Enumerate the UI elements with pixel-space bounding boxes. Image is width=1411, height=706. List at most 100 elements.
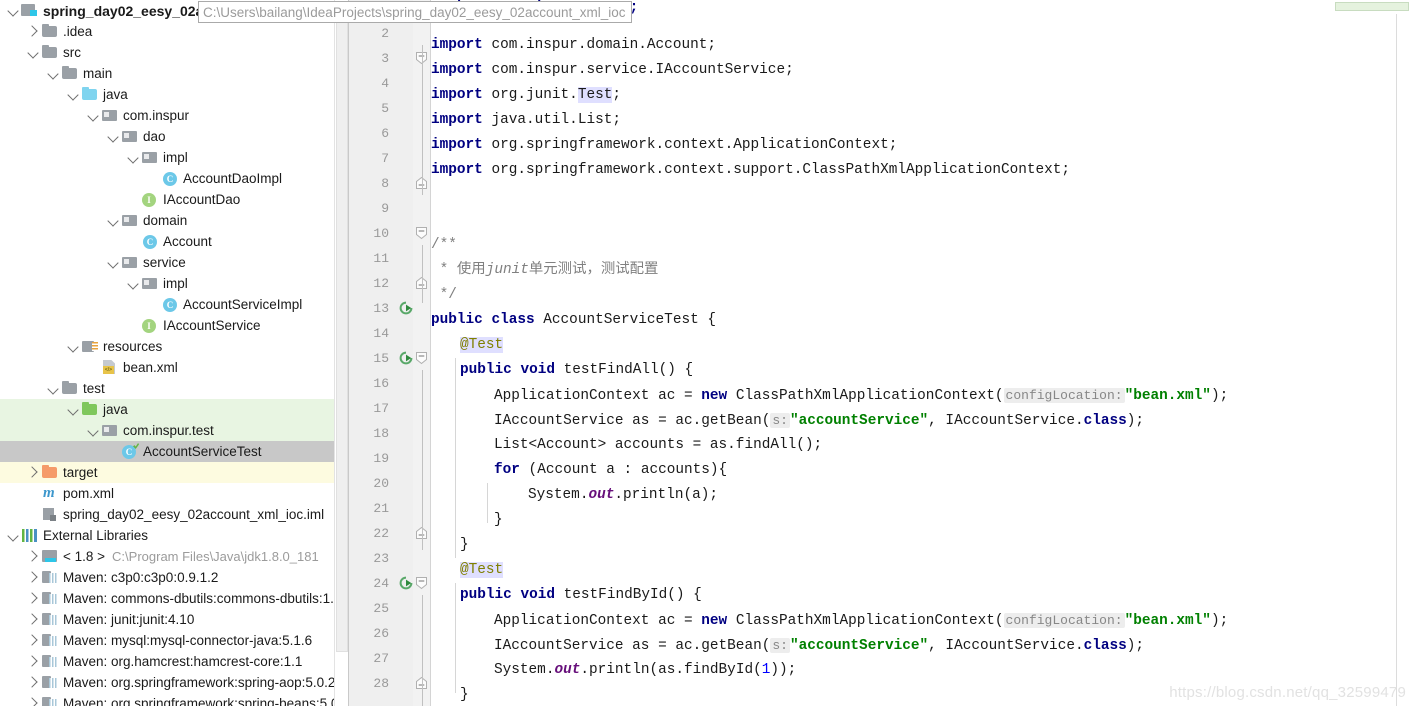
code-line-6[interactable]: import java.util.List;	[431, 108, 621, 133]
chevron-down-icon[interactable]	[66, 336, 81, 357]
tree-item-com-inspur[interactable]: com.inspur	[0, 105, 348, 126]
tree-item-main[interactable]: main	[0, 63, 348, 84]
code-line-28[interactable]: }	[431, 683, 469, 706]
code-line-21[interactable]: }	[431, 508, 503, 533]
code-line-18[interactable]: List<Account> accounts = as.findAll();	[431, 433, 822, 458]
tree-item-domain[interactable]: domain	[0, 210, 348, 231]
tree-item-maven-c3p0-c3p0-0-9-1-2[interactable]: Maven: c3p0:c3p0:0.9.1.2	[0, 567, 348, 588]
chevron-right-icon[interactable]	[26, 693, 41, 706]
code-line-25[interactable]: ApplicationContext ac = new ClassPathXml…	[431, 608, 1228, 633]
code-line-16[interactable]: ApplicationContext ac = new ClassPathXml…	[431, 383, 1228, 408]
tree-item-impl[interactable]: impl	[0, 147, 348, 168]
sidebar-scrollbar-thumb[interactable]	[336, 16, 348, 652]
chevron-down-icon[interactable]	[46, 378, 61, 399]
chevron-right-icon[interactable]	[26, 567, 41, 588]
code-line-10[interactable]: /**	[431, 233, 457, 258]
code-line-19[interactable]: for (Account a : accounts){	[431, 458, 727, 483]
chevron-right-icon[interactable]	[26, 588, 41, 609]
chevron-down-icon[interactable]	[46, 63, 61, 84]
chevron-right-icon[interactable]	[26, 546, 41, 567]
chevron-right-icon[interactable]	[26, 21, 41, 42]
code-line-27[interactable]: System.out.println(as.findById(1));	[431, 658, 796, 683]
chevron-down-icon[interactable]	[86, 105, 101, 126]
chevron-right-icon[interactable]	[26, 672, 41, 693]
chevron-down-icon[interactable]	[106, 210, 121, 231]
tree-item-maven-org-hamcrest-hamcrest-core-1-1[interactable]: Maven: org.hamcrest:hamcrest-core:1.1	[0, 651, 348, 672]
tree-item-test[interactable]: test	[0, 378, 348, 399]
tree-item--1-8-[interactable]: < 1.8 > C:\Program Files\Java\jdk1.8.0_18…	[0, 546, 348, 567]
tree-item-maven-mysql-mysql-connector-java-5-1-6[interactable]: Maven: mysql:mysql-connector-java:5.1.6	[0, 630, 348, 651]
tree-item-maven-commons-dbutils-commons-dbutils-1-4[interactable]: Maven: commons-dbutils:commons-dbutils:1…	[0, 588, 348, 609]
code-line-17[interactable]: IAccountService as = ac.getBean(s: "accou…	[431, 408, 1144, 433]
chevron-down-icon[interactable]	[66, 84, 81, 105]
tree-item-pom-xml[interactable]: pom.xml	[0, 483, 348, 504]
editor-gutter-fold-markers[interactable]	[413, 0, 431, 706]
code-line-8[interactable]: import org.springframework.context.suppo…	[431, 158, 1070, 183]
chevron-down-icon[interactable]	[26, 42, 41, 63]
inspection-status-indicator[interactable]	[1335, 2, 1409, 11]
run-test-gutter-icon[interactable]	[399, 351, 413, 365]
chevron-down-icon[interactable]	[126, 147, 141, 168]
tree-item-src[interactable]: src	[0, 42, 348, 63]
code-line-7[interactable]: import org.springframework.context.Appli…	[431, 133, 897, 158]
tree-item--idea[interactable]: .idea	[0, 21, 348, 42]
run-test-gutter-icon[interactable]	[399, 576, 413, 590]
fold-region-start-icon[interactable]	[415, 226, 429, 240]
code-line-14[interactable]: @Test	[431, 333, 504, 358]
chevron-right-icon[interactable]	[26, 630, 41, 651]
tree-item-accountservicetest[interactable]: AccountServiceTest	[0, 441, 348, 462]
tree-item-maven-junit-junit-4-10[interactable]: Maven: junit:junit:4.10	[0, 609, 348, 630]
code-line-15[interactable]: public void testFindAll() {	[431, 358, 693, 383]
tree-item-java[interactable]: java	[0, 399, 348, 420]
chevron-down-icon[interactable]	[106, 252, 121, 273]
code-line-23[interactable]: @Test	[431, 558, 504, 583]
code-line-11[interactable]: * 使用junit单元测试，测试配置	[431, 258, 659, 283]
chevron-right-icon[interactable]	[26, 609, 41, 630]
chevron-down-icon[interactable]	[86, 420, 101, 441]
code-line-13[interactable]: public class AccountServiceTest {	[431, 308, 716, 333]
tree-item-target[interactable]: target	[0, 462, 348, 483]
editor-gutter-run-markers[interactable]	[397, 0, 413, 706]
tree-item-iaccountdao[interactable]: IAccountDao	[0, 189, 348, 210]
sidebar-scrollbar[interactable]	[334, 0, 348, 706]
tree-item-spring-day02-eesy-02account-xml-ioc-iml[interactable]: spring_day02_eesy_02account_xml_ioc.iml	[0, 504, 348, 525]
chevron-down-icon[interactable]	[6, 525, 21, 546]
code-line-3[interactable]: import com.inspur.domain.Account;	[431, 33, 716, 58]
editor-code-area[interactable]: package com.inspur.test; import com.insp…	[431, 0, 1411, 706]
chevron-down-icon[interactable]	[106, 126, 121, 147]
code-editor[interactable]: 2 3 4 5 6 7 8 9 10 11 12 13 14 15 16 17 18 19 20 21 22 23 24 25…	[348, 0, 1411, 706]
fold-region-start-icon[interactable]	[415, 351, 429, 365]
tree-item-external-libraries[interactable]: External Libraries	[0, 525, 348, 546]
code-line-12[interactable]: */	[431, 283, 457, 308]
tree-item-impl[interactable]: impl	[0, 273, 348, 294]
tree-item-accountdaoimpl[interactable]: AccountDaoImpl	[0, 168, 348, 189]
tree-item-accountserviceimpl[interactable]: AccountServiceImpl	[0, 294, 348, 315]
project-tool-window[interactable]: spring_day02_eesy_02account_xml_iocC:\Us…	[0, 0, 348, 706]
code-line-26[interactable]: IAccountService as = ac.getBean(s: "accou…	[431, 633, 1144, 658]
code-line-22[interactable]: }	[431, 533, 469, 558]
tree-item-account[interactable]: Account	[0, 231, 348, 252]
code-line-4[interactable]: import com.inspur.service.IAccountServic…	[431, 58, 794, 83]
chevron-down-icon[interactable]	[126, 273, 141, 294]
tree-item-resources[interactable]: resources	[0, 336, 348, 357]
tree-item-service[interactable]: service	[0, 252, 348, 273]
tree-item-java[interactable]: java	[0, 84, 348, 105]
fold-region-start-icon[interactable]	[415, 576, 429, 590]
line-number: 5	[381, 101, 389, 116]
code-line-24[interactable]: public void testFindById() {	[431, 583, 702, 608]
tree-item-iaccountservice[interactable]: IAccountService	[0, 315, 348, 336]
chevron-right-icon[interactable]	[26, 651, 41, 672]
tree-item-label: target	[63, 465, 98, 480]
code-line-20[interactable]: System.out.println(a);	[431, 483, 718, 508]
tree-item-com-inspur-test[interactable]: com.inspur.test	[0, 420, 348, 441]
run-test-gutter-icon[interactable]	[399, 301, 413, 315]
chevron-down-icon[interactable]	[66, 399, 81, 420]
tree-item-maven-org-springframework-spring-aop-5-0-2-rele[interactable]: Maven: org.springframework:spring-aop:5.…	[0, 672, 348, 693]
chevron-down-icon[interactable]	[6, 0, 21, 21]
tree-item-bean-xml[interactable]: bean.xml	[0, 357, 348, 378]
code-line-5[interactable]: import org.junit.Test;	[431, 83, 621, 108]
tree-item-dao[interactable]: dao	[0, 126, 348, 147]
tree-item-maven-org-springframework-spring-beans-5-0-2-re[interactable]: Maven: org.springframework:spring-beans:…	[0, 693, 348, 706]
project-tree[interactable]: spring_day02_eesy_02account_xml_iocC:\Us…	[0, 0, 348, 706]
chevron-right-icon[interactable]	[26, 462, 41, 483]
